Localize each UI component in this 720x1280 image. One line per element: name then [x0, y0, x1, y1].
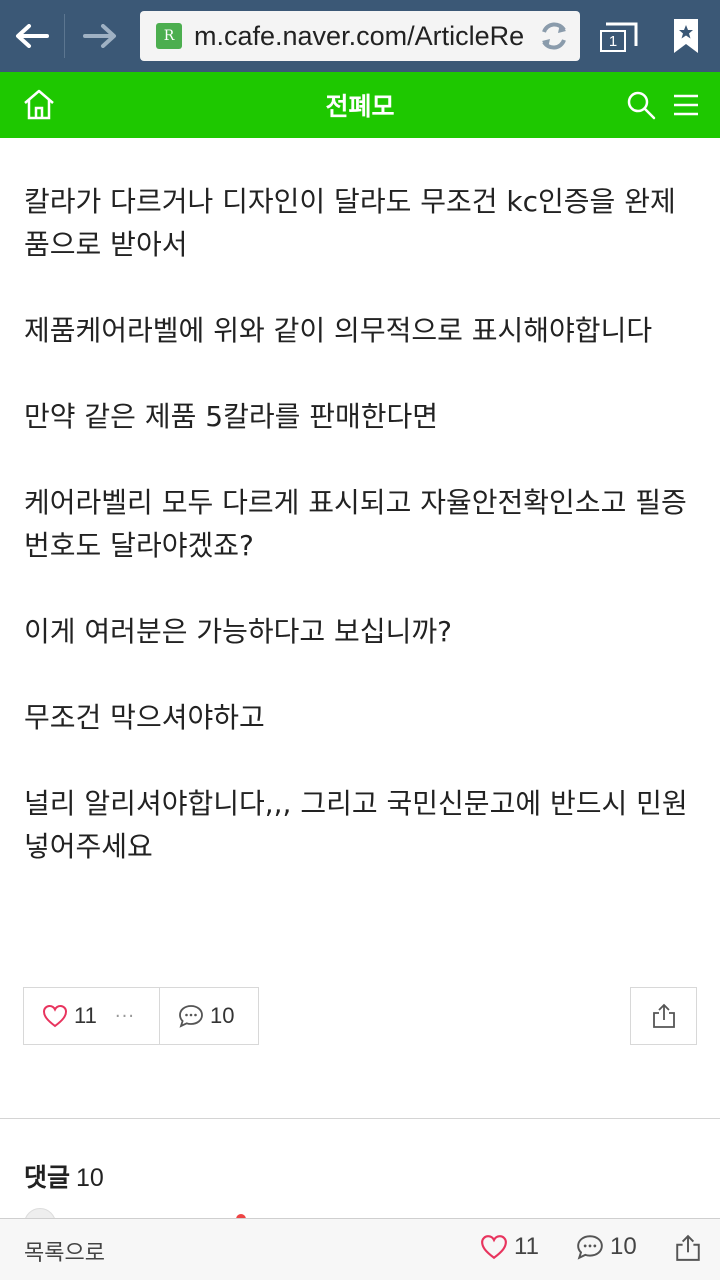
article-paragraph: 이게 여러분은 가능하다고 보십니까? [24, 615, 452, 648]
bottom-comment-button[interactable]: 10 [576, 1233, 637, 1261]
search-icon [627, 91, 656, 120]
menu-icon [674, 94, 698, 116]
article-paragraph: 무조건 막으셔야하고 [24, 701, 265, 734]
bookmark-icon [674, 19, 698, 53]
bottom-share-button[interactable] [674, 1233, 702, 1263]
more-options-button[interactable]: ··· [115, 1006, 135, 1027]
cafe-header: 전폐모 [0, 72, 720, 138]
home-button[interactable] [22, 88, 56, 122]
comment-button[interactable]: 10 [160, 988, 258, 1044]
share-button[interactable] [630, 987, 697, 1045]
bottom-comment-count: 10 [610, 1233, 637, 1260]
heart-icon [481, 1235, 507, 1260]
heart-icon [42, 1004, 68, 1028]
url-bar[interactable]: R m.cafe.naver.com/ArticleRe [140, 11, 580, 61]
article-actions: 11 ··· 10 [23, 987, 259, 1045]
reload-icon[interactable] [536, 18, 572, 54]
article-paragraph: 칼라가 다르거나 디자인이 달라도 무조건 kc인증을 완제품으로 받아서 [24, 185, 676, 261]
bottom-like-button[interactable]: 11 [480, 1233, 539, 1261]
home-icon [24, 89, 54, 120]
like-count: 11 [74, 1003, 97, 1028]
article-paragraph: 널리 알리셔야합니다,,, 그리고 국민신문고에 반드시 민원 넣어주세요 [24, 787, 688, 863]
forward-button[interactable] [65, 0, 135, 72]
comments-heading: 댓글 10 [24, 1158, 104, 1194]
comments-count: 10 [76, 1164, 104, 1192]
article-paragraph: 만약 같은 제품 5칼라를 판매한다면 [24, 400, 439, 433]
tabs-button[interactable]: 1 [596, 18, 640, 54]
section-divider [0, 1118, 720, 1119]
forward-arrow-icon [83, 24, 116, 48]
back-arrow-icon [16, 24, 49, 48]
bottom-bar: 목록으로 11 10 [0, 1218, 720, 1280]
like-button[interactable]: 11 ··· [24, 988, 160, 1044]
search-button[interactable] [626, 90, 656, 120]
article-paragraph: 케어라벨리 모두 다르게 표시되고 자율안전확인소고 필증번호도 달라야겠죠? [24, 486, 687, 562]
comment-icon [577, 1235, 603, 1260]
menu-button[interactable] [672, 92, 700, 118]
comments-label: 댓글 [24, 1163, 71, 1192]
bottom-like-count: 11 [514, 1233, 539, 1260]
bookmark-button[interactable] [662, 10, 710, 62]
cafe-title[interactable]: 전폐모 [0, 72, 720, 138]
tab-count: 1 [600, 30, 626, 52]
comment-count: 10 [210, 1003, 235, 1028]
url-text[interactable]: m.cafe.naver.com/ArticleRe [194, 21, 580, 52]
back-to-list-link[interactable]: 목록으로 [24, 1235, 105, 1267]
share-icon [652, 1003, 675, 1028]
article-body: 칼라가 다르거나 디자인이 달라도 무조건 kc인증을 완제품으로 받아서 제품… [24, 180, 696, 911]
favicon-letter: R [163, 28, 175, 44]
site-favicon-icon: R [156, 23, 182, 49]
back-button[interactable] [0, 0, 64, 72]
article-paragraph: 제품케어라벨에 위와 같이 의무적으로 표시해야합니다 [24, 314, 653, 347]
comment-icon [179, 1005, 203, 1028]
share-icon [676, 1234, 700, 1261]
